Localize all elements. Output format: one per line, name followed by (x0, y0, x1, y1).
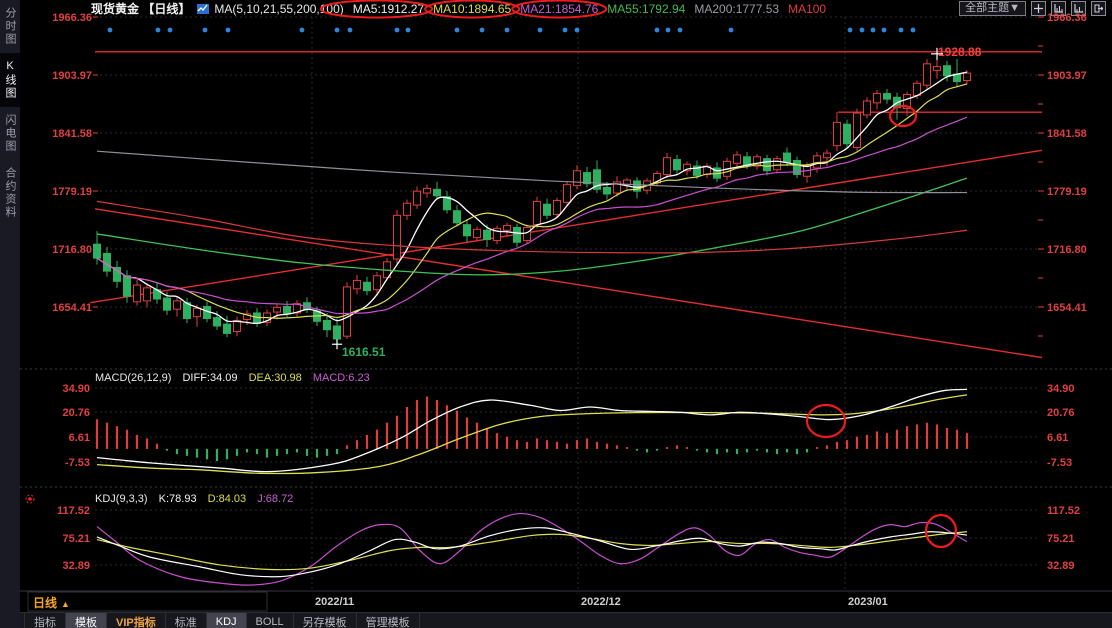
kdj-d-value: D:84.03 (208, 493, 247, 505)
ma-settings-label: MA(5,10,21,55,200,100) (214, 2, 343, 16)
svg-text:32.89: 32.89 (1047, 560, 1075, 572)
macd-diff-value: DIFF:34.09 (182, 372, 237, 384)
svg-text:1654.41: 1654.41 (52, 302, 92, 314)
svg-text:1779.19: 1779.19 (52, 186, 92, 198)
kdj-j-value: J:68.72 (257, 493, 293, 505)
svg-text:1716.80: 1716.80 (52, 244, 92, 256)
sidebar-item-lightning[interactable]: 闪电图 (0, 107, 20, 160)
move-icon[interactable] (1031, 1, 1046, 16)
svg-text:1903.97: 1903.97 (1047, 70, 1087, 82)
svg-text:1616.51: 1616.51 (342, 345, 386, 359)
scale-left-icon[interactable] (1051, 1, 1066, 16)
svg-text:6.61: 6.61 (69, 432, 90, 444)
svg-text:117.52: 117.52 (1047, 505, 1080, 517)
svg-text:1841.58: 1841.58 (52, 128, 92, 140)
macd-params: MACD(26,12,9) (95, 372, 171, 384)
tab-indicator[interactable]: 指标 (24, 613, 66, 628)
svg-text:1903.97: 1903.97 (52, 70, 92, 82)
kdj-params: KDJ(9,3,3) (95, 493, 148, 505)
chevron-up-icon: ▲ (61, 599, 70, 609)
svg-text:20.76: 20.76 (62, 407, 90, 419)
tab-standard[interactable]: 标准 (166, 613, 207, 628)
chart-header: 现货黄金 【日线】 MA(5,10,21,55,200,100) MA5:191… (20, 0, 1112, 17)
svg-text:1716.80: 1716.80 (1047, 244, 1087, 256)
tab-save-template[interactable]: 另存模板 (294, 613, 357, 628)
ma100-value: MA100 (788, 2, 826, 16)
indicator-tabbar: 指标 模板 VIP指标 标准 KDJ BOLL 另存模板 管理模板 (20, 612, 1112, 628)
macd-dea-value: DEA:30.98 (249, 372, 302, 384)
ma10-value: MA10:1894.65 (433, 2, 511, 16)
scale-right-icon[interactable] (1071, 1, 1086, 16)
svg-text:-7.53: -7.53 (1047, 457, 1072, 469)
sidebar-item-timeshare[interactable]: 分时图 (0, 0, 20, 53)
svg-text:1841.58: 1841.58 (1047, 128, 1087, 140)
ma55-value: MA55:1792.94 (607, 2, 685, 16)
svg-text:1928.88: 1928.88 (938, 45, 982, 59)
svg-text:20.76: 20.76 (1047, 407, 1075, 419)
sidebar-item-contract-info[interactable]: 合约资料 (0, 160, 20, 226)
trading-terminal-window: 分时图 K线图 闪电图 合约资料 现货黄金 【日线】 MA(5,10,21,55… (0, 0, 1112, 628)
tab-template[interactable]: 模板 (66, 613, 107, 628)
svg-text:32.89: 32.89 (62, 560, 90, 572)
svg-text:1779.19: 1779.19 (1047, 186, 1087, 198)
sidebar-item-kline[interactable]: K线图 (0, 53, 20, 107)
theme-dropdown[interactable]: 全部主题▼ (959, 1, 1026, 16)
ma5-value: MA5:1912.27 (353, 2, 424, 16)
kdj-k-value: K:78.93 (159, 493, 197, 505)
svg-text:-7.53: -7.53 (65, 457, 90, 469)
kline-mini-icon (197, 3, 209, 15)
instrument-title: 现货黄金 【日线】 (91, 0, 190, 17)
ma21-value: MA21:1854.76 (520, 2, 598, 16)
tab-vip-indicator[interactable]: VIP指标 (107, 613, 166, 628)
svg-text:1654.41: 1654.41 (1047, 302, 1087, 314)
ma200-value: MA200:1777.53 (694, 2, 779, 16)
svg-text:75.21: 75.21 (62, 533, 90, 545)
svg-text:117.52: 117.52 (57, 505, 90, 517)
tab-kdj[interactable]: KDJ (207, 613, 247, 628)
exit-icon[interactable] (1091, 1, 1106, 16)
chart-type-sidebar: 分时图 K线图 闪电图 合约资料 (0, 0, 20, 628)
chart-canvas[interactable]: 1966.361966.361903.971903.971841.581841.… (0, 0, 1112, 628)
tab-boll[interactable]: BOLL (247, 613, 294, 628)
svg-text:34.90: 34.90 (62, 383, 90, 395)
svg-text:75.21: 75.21 (1047, 533, 1075, 545)
xaxis-bar: 日线 ▲ (20, 591, 1112, 612)
header-controls: 全部主题▼ (959, 1, 1106, 16)
svg-text:6.61: 6.61 (1047, 432, 1068, 444)
svg-text:34.90: 34.90 (1047, 383, 1075, 395)
macd-macd-value: MACD:6.23 (313, 372, 370, 384)
period-label: 日线 (33, 596, 57, 610)
period-selector[interactable]: 日线 ▲ (33, 594, 70, 611)
tab-manage-template[interactable]: 管理模板 (357, 613, 420, 628)
kdj-panel-header: KDJ(9,3,3) K:78.93 D:84.03 J:68.72 (95, 493, 301, 505)
macd-panel-header: MACD(26,12,9) DIFF:34.09 DEA:30.98 MACD:… (95, 372, 378, 384)
